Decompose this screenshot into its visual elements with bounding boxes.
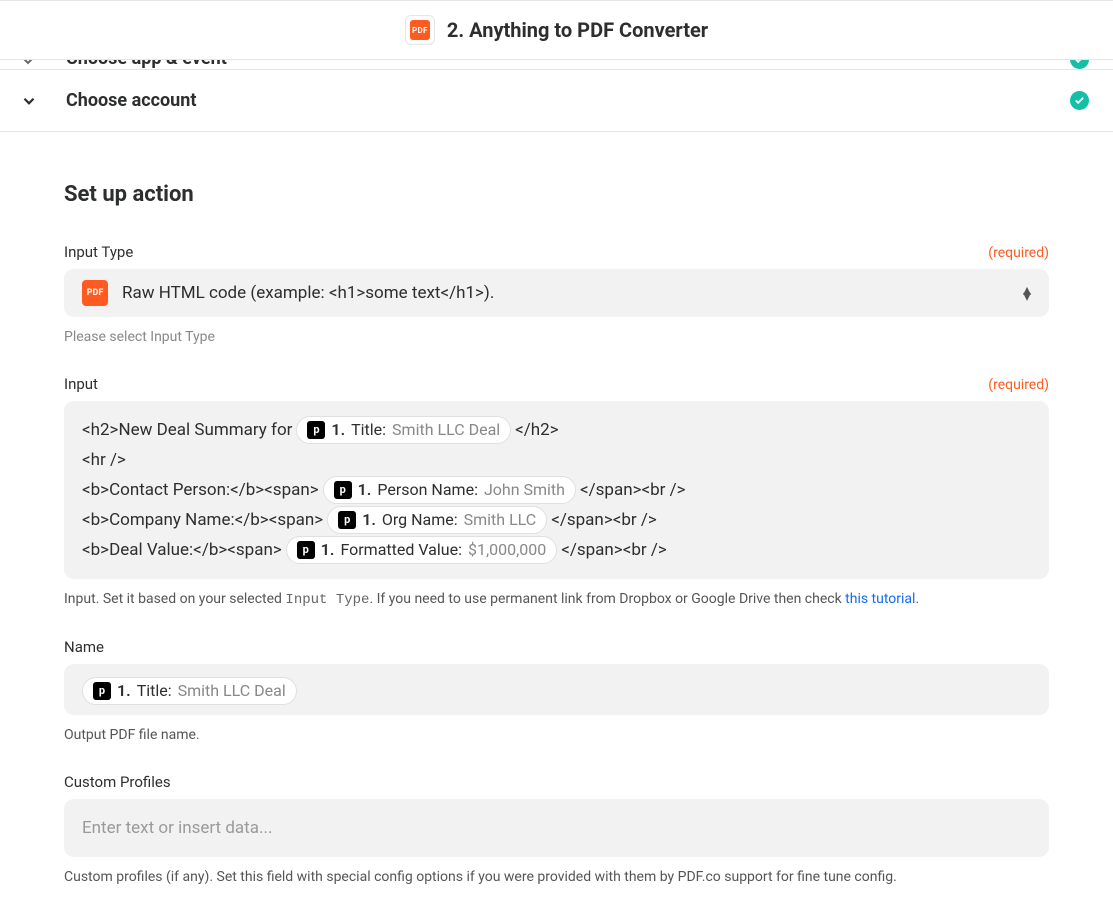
helper-text: Output PDF file name.: [64, 727, 1049, 743]
field-input: Input (required) <h2>New Deal Summary fo…: [64, 375, 1049, 608]
input-type-select[interactable]: PDF Raw HTML code (example: <h1>some tex…: [64, 269, 1049, 317]
app-icon-frame: PDF: [405, 15, 435, 45]
updown-icon: ▴▾: [1023, 287, 1031, 299]
helper-text: Custom profiles (if any). Set this field…: [64, 869, 1049, 885]
pdf-icon: PDF: [410, 20, 430, 40]
required-badge: (required): [988, 245, 1049, 261]
section-choose-app[interactable]: Choose app & event: [0, 60, 1113, 70]
helper-text: Please select Input Type: [64, 329, 1049, 345]
check-icon: [1070, 60, 1089, 69]
pipedrive-icon: p: [334, 481, 352, 499]
input-editor[interactable]: <h2>New Deal Summary forp1.Title:Smith L…: [64, 401, 1049, 579]
step-title: 2. Anything to PDF Converter: [447, 18, 708, 42]
pipedrive-icon: p: [338, 511, 356, 529]
check-icon: [1070, 91, 1089, 110]
helper-text: Input. Set it based on your selected Inp…: [64, 591, 1049, 608]
pipedrive-icon: p: [307, 421, 325, 439]
chevron-down-icon: [20, 60, 42, 69]
name-input[interactable]: p 1. Title: Smith LLC Deal: [64, 664, 1049, 715]
data-pill[interactable]: p 1. Title: Smith LLC Deal: [82, 677, 297, 705]
field-input-type: Input Type (required) PDF Raw HTML code …: [64, 243, 1049, 345]
section-choose-account[interactable]: Choose account: [0, 70, 1113, 132]
field-label: Name: [64, 638, 104, 656]
section-label: Choose account: [66, 90, 196, 111]
placeholder-text: Enter text or insert data...: [82, 818, 272, 838]
data-pill[interactable]: p1.Person Name:John Smith: [323, 476, 576, 504]
required-badge: (required): [988, 377, 1049, 393]
field-label: Input Type: [64, 243, 133, 261]
pdf-icon: PDF: [82, 280, 108, 306]
data-pill[interactable]: p1.Org Name:Smith LLC: [327, 506, 547, 534]
pipedrive-icon: p: [93, 682, 111, 700]
step-header: PDF 2. Anything to PDF Converter: [0, 1, 1113, 60]
field-name: Name p 1. Title: Smith LLC Deal Output P…: [64, 638, 1049, 743]
field-custom-profiles: Custom Profiles Enter text or insert dat…: [64, 773, 1049, 885]
page-title: Set up action: [64, 182, 1049, 207]
pipedrive-icon: p: [297, 541, 315, 559]
tutorial-link[interactable]: this tutorial: [845, 591, 915, 607]
data-pill[interactable]: p1.Formatted Value:$1,000,000: [286, 536, 557, 564]
field-label: Custom Profiles: [64, 773, 171, 791]
section-label: Choose app & event: [66, 60, 227, 69]
select-value: Raw HTML code (example: <h1>some text</h…: [122, 283, 494, 303]
data-pill[interactable]: p1.Title:Smith LLC Deal: [296, 416, 511, 444]
custom-profiles-input[interactable]: Enter text or insert data...: [64, 799, 1049, 857]
chevron-down-icon: [20, 92, 42, 110]
field-label: Input: [64, 375, 98, 393]
